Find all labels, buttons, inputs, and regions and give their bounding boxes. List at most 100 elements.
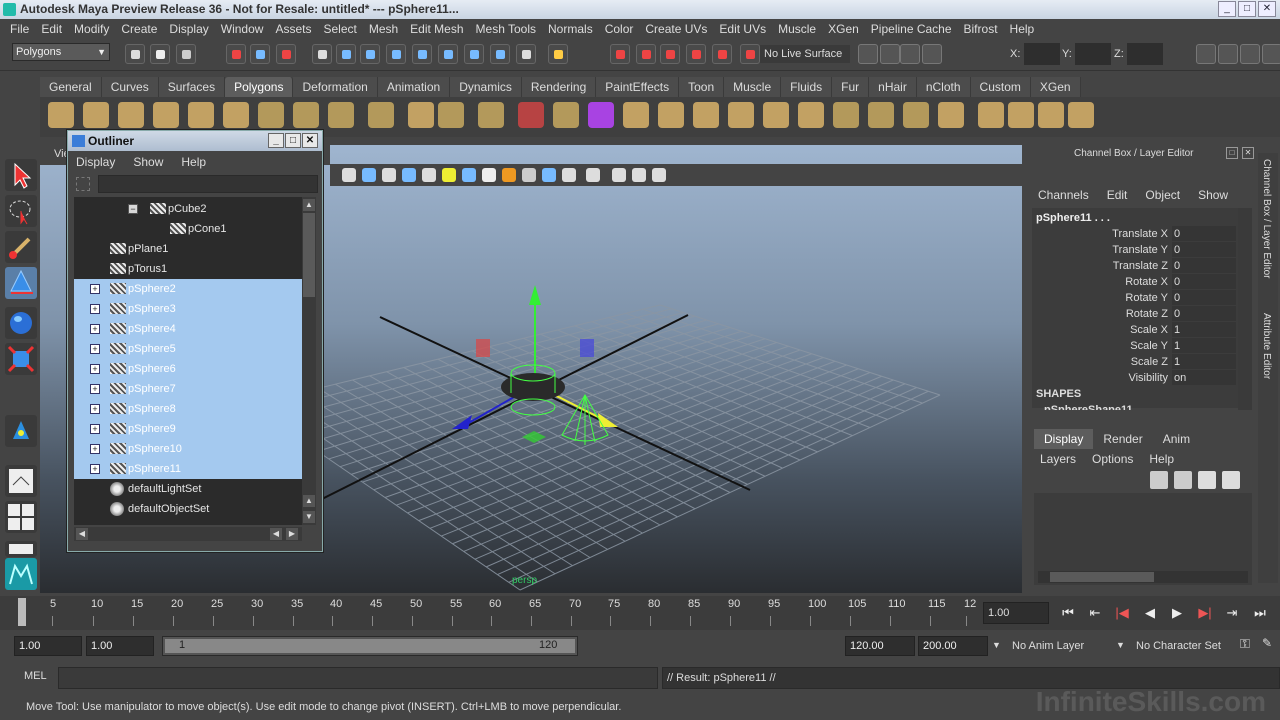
channel-name[interactable]: Translate Z: [1032, 258, 1168, 274]
viewport-option-12-icon[interactable]: [562, 168, 576, 182]
status-tool-16-icon[interactable]: [548, 44, 568, 64]
status-tool-21-icon[interactable]: [712, 44, 732, 64]
collapse-icon[interactable]: −: [128, 204, 138, 214]
play-backward-icon[interactable]: ◀: [1140, 603, 1160, 623]
status-right-1-icon[interactable]: [858, 44, 878, 64]
go-to-start-icon[interactable]: ⏮: [1058, 603, 1078, 623]
menu-set-dropdown[interactable]: Polygons ▼: [12, 43, 110, 61]
status-right-6-icon[interactable]: [1218, 44, 1238, 64]
layer-menu-help[interactable]: Help: [1149, 449, 1174, 469]
expand-icon[interactable]: +: [90, 444, 100, 454]
channel-menu-channels[interactable]: Channels: [1038, 185, 1089, 205]
shelf-tab-fluids[interactable]: Fluids: [781, 77, 833, 97]
go-to-end-icon[interactable]: ⏭: [1250, 603, 1270, 623]
shelf-bevel-icon[interactable]: [903, 102, 929, 128]
x-field[interactable]: [1024, 43, 1060, 65]
channel-value-field[interactable]: 0: [1172, 226, 1236, 241]
outliner-row[interactable]: defaultObjectSet: [74, 499, 302, 519]
channel-name[interactable]: Rotate Y: [1032, 290, 1168, 306]
menu-create-uvs[interactable]: Create UVs: [639, 22, 713, 36]
menu-normals[interactable]: Normals: [542, 22, 599, 36]
outliner-maximize-button[interactable]: □: [285, 133, 301, 148]
outliner-menu-display[interactable]: Display: [76, 155, 115, 169]
expand-icon[interactable]: +: [90, 284, 100, 294]
channel-value-field[interactable]: 0: [1172, 274, 1236, 289]
anim-layer-selector[interactable]: No Anim Layer: [1008, 636, 1128, 656]
shelf-tab-custom[interactable]: Custom: [970, 77, 1031, 97]
anim-layer-dropdown-icon[interactable]: ▼: [992, 640, 1001, 650]
outliner-row[interactable]: + pSphere10: [74, 439, 302, 459]
z-field[interactable]: [1127, 43, 1163, 65]
expand-icon[interactable]: +: [90, 464, 100, 474]
viewport-option-2-icon[interactable]: [362, 168, 376, 182]
layer-scroll-thumb[interactable]: [1050, 572, 1154, 582]
menu-edit-mesh[interactable]: Edit Mesh: [404, 22, 469, 36]
menu-help[interactable]: Help: [1004, 22, 1041, 36]
character-set-selector[interactable]: No Character Set: [1132, 636, 1242, 656]
shelf-torus-icon[interactable]: [223, 102, 249, 128]
channel-name[interactable]: Scale Y: [1032, 338, 1168, 354]
shelf-wedge-icon[interactable]: [1068, 102, 1094, 128]
shelf-prism-icon[interactable]: [258, 102, 284, 128]
close-panel-icon[interactable]: ✕: [1242, 147, 1254, 159]
outliner-title-bar[interactable]: Outliner _ □ ✕: [68, 131, 322, 151]
expand-icon[interactable]: +: [90, 384, 100, 394]
close-button[interactable]: ✕: [1258, 1, 1276, 17]
shelf-tab-dynamics[interactable]: Dynamics: [450, 77, 522, 97]
command-input[interactable]: [58, 667, 658, 689]
shelf-tab-curves[interactable]: Curves: [101, 77, 159, 97]
viewport-option-3-icon[interactable]: [382, 168, 396, 182]
channel-name[interactable]: Scale X: [1032, 322, 1168, 338]
outliner-minimize-button[interactable]: _: [268, 133, 284, 148]
viewport-option-7-icon[interactable]: [462, 168, 476, 182]
new-layer-selected-icon[interactable]: [1222, 471, 1240, 489]
shelf-extract-icon[interactable]: [553, 102, 579, 128]
shelf-cube-icon[interactable]: [83, 102, 109, 128]
layer-tab-render[interactable]: Render: [1093, 429, 1152, 449]
scroll-thumb[interactable]: [303, 213, 315, 297]
shelf-helix-icon[interactable]: [368, 102, 394, 128]
status-tool-14-icon[interactable]: [490, 44, 510, 64]
shelf-tab-muscle[interactable]: Muscle: [724, 77, 782, 97]
expand-icon[interactable]: +: [90, 324, 100, 334]
menu-edit-uvs[interactable]: Edit UVs: [713, 22, 772, 36]
menu-xgen[interactable]: XGen: [822, 22, 865, 36]
step-forward-key-icon[interactable]: ⇥: [1222, 603, 1242, 623]
play-forward-icon[interactable]: ▶: [1167, 603, 1187, 623]
viewport-option-10-icon[interactable]: [522, 168, 536, 182]
outliner-menu-help[interactable]: Help: [181, 155, 206, 169]
current-frame-field[interactable]: 1.00: [983, 602, 1049, 624]
channel-value-field[interactable]: 0: [1172, 290, 1236, 305]
status-tool-3-icon[interactable]: [176, 44, 196, 64]
shelf-multi-cut-icon[interactable]: [978, 102, 1004, 128]
scroll-left-icon-2[interactable]: ◀: [270, 528, 282, 540]
shelf-tab-animation[interactable]: Animation: [377, 77, 451, 97]
character-set-dropdown-icon[interactable]: ▼: [1116, 640, 1125, 650]
layer-menu-options[interactable]: Options: [1092, 449, 1133, 469]
outliner-row[interactable]: + pSphere6: [74, 359, 302, 379]
shelf-fill-hole-icon[interactable]: [728, 102, 754, 128]
shelf-tab-fur[interactable]: Fur: [832, 77, 870, 97]
menu-mesh[interactable]: Mesh: [363, 22, 404, 36]
outliner-row[interactable]: + pSphere8: [74, 399, 302, 419]
range-slider-handle[interactable]: [165, 639, 575, 653]
shelf-soccer-ball-icon[interactable]: [408, 102, 434, 128]
outliner-row[interactable]: − pCube2: [74, 199, 302, 219]
layer-hscroll[interactable]: [1038, 571, 1248, 583]
status-tool-9-icon[interactable]: [360, 44, 380, 64]
new-layer-stack-icon[interactable]: [1150, 471, 1168, 489]
shelf-tab-general[interactable]: General: [40, 77, 102, 97]
status-tool-22-icon[interactable]: [740, 44, 760, 64]
menu-edit[interactable]: Edit: [35, 22, 68, 36]
shelf-bridge-icon[interactable]: [868, 102, 894, 128]
viewport-option-5-icon[interactable]: [422, 168, 436, 182]
lasso-tool-button[interactable]: [5, 195, 37, 227]
status-right-3-icon[interactable]: [900, 44, 920, 64]
channel-name[interactable]: Translate X: [1032, 226, 1168, 242]
scroll-up-icon-2[interactable]: ▲: [303, 495, 315, 507]
move-manipulator[interactable]: [452, 285, 618, 443]
channel-value-field[interactable]: 0: [1172, 258, 1236, 273]
preferences-icon[interactable]: ✎: [1262, 636, 1272, 650]
menu-color[interactable]: Color: [599, 22, 640, 36]
menu-pipeline-cache[interactable]: Pipeline Cache: [865, 22, 958, 36]
